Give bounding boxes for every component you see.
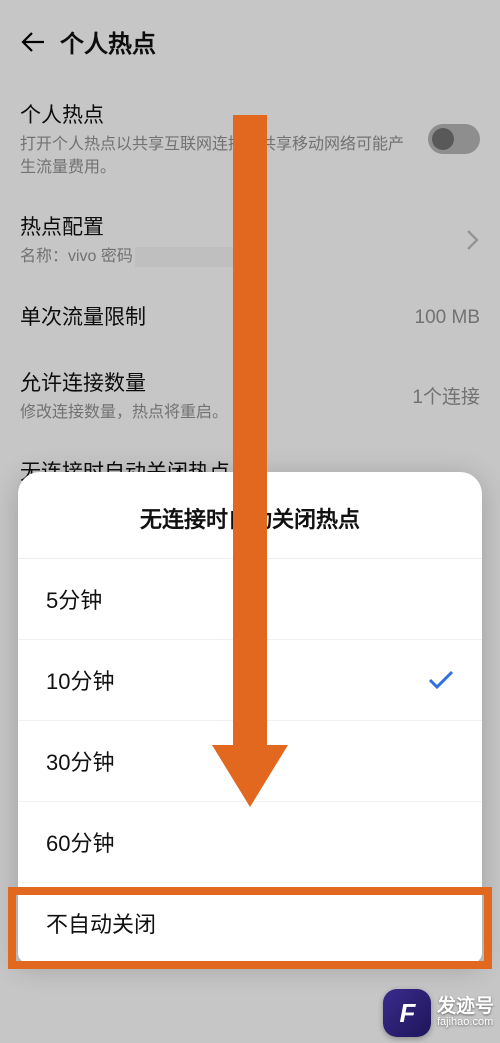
row-title: 单次流量限制 <box>20 301 403 331</box>
row-connections[interactable]: 允许连接数量 修改连接数量，热点将重启。 1个连接 <box>20 351 480 440</box>
auto-off-sheet: 无连接时自动关闭热点 5分钟 10分钟 30分钟 60分钟 不自动关闭 <box>18 472 482 963</box>
row-data-limit[interactable]: 单次流量限制 100 MB <box>20 285 480 351</box>
hotspot-toggle-switch[interactable] <box>428 124 480 154</box>
sheet-option-5min[interactable]: 5分钟 <box>18 559 482 640</box>
watermark-name-en: fajihao.com <box>437 1017 494 1029</box>
option-label: 5分钟 <box>46 583 102 615</box>
option-label: 10分钟 <box>46 664 114 696</box>
option-label: 60分钟 <box>46 826 114 858</box>
row-hotspot-toggle[interactable]: 个人热点 打开个人热点以共享互联网连接。共享移动网络可能产生流量费用。 <box>20 83 480 195</box>
option-label: 不自动关闭 <box>46 907 156 939</box>
row-title: 热点配置 <box>20 211 448 241</box>
row-title: 个人热点 <box>20 99 416 129</box>
row-subtitle: 修改连接数量，热点将重启。 <box>20 401 400 424</box>
sheet-option-10min[interactable]: 10分钟 <box>18 640 482 721</box>
row-value: 100 MB <box>415 307 480 329</box>
row-subtitle: 打开个人热点以共享互联网连接。共享移动网络可能产生流量费用。 <box>20 133 416 179</box>
option-label: 30分钟 <box>46 745 114 777</box>
back-arrow-icon[interactable] <box>20 29 46 55</box>
row-title: 允许连接数量 <box>20 367 400 397</box>
watermark-name-cn: 发迹号 <box>437 997 494 1017</box>
row-value: 1个连接 <box>412 382 480 409</box>
sheet-option-never[interactable]: 不自动关闭 <box>18 883 482 963</box>
checkmark-icon <box>428 670 454 690</box>
page-title: 个人热点 <box>60 24 156 59</box>
sheet-option-60min[interactable]: 60分钟 <box>18 802 482 883</box>
watermark: F 发迹号 fajihao.com <box>383 989 494 1037</box>
watermark-logo-icon: F <box>383 989 431 1037</box>
sheet-title: 无连接时自动关闭热点 <box>18 472 482 559</box>
password-mask <box>135 247 243 267</box>
sheet-option-30min[interactable]: 30分钟 <box>18 721 482 802</box>
row-hotspot-config[interactable]: 热点配置 名称：vivo 密码 <box>20 195 480 284</box>
chevron-right-icon <box>466 229 480 251</box>
row-subtitle: 名称：vivo 密码 <box>20 245 448 268</box>
header-bar: 个人热点 <box>0 0 500 77</box>
